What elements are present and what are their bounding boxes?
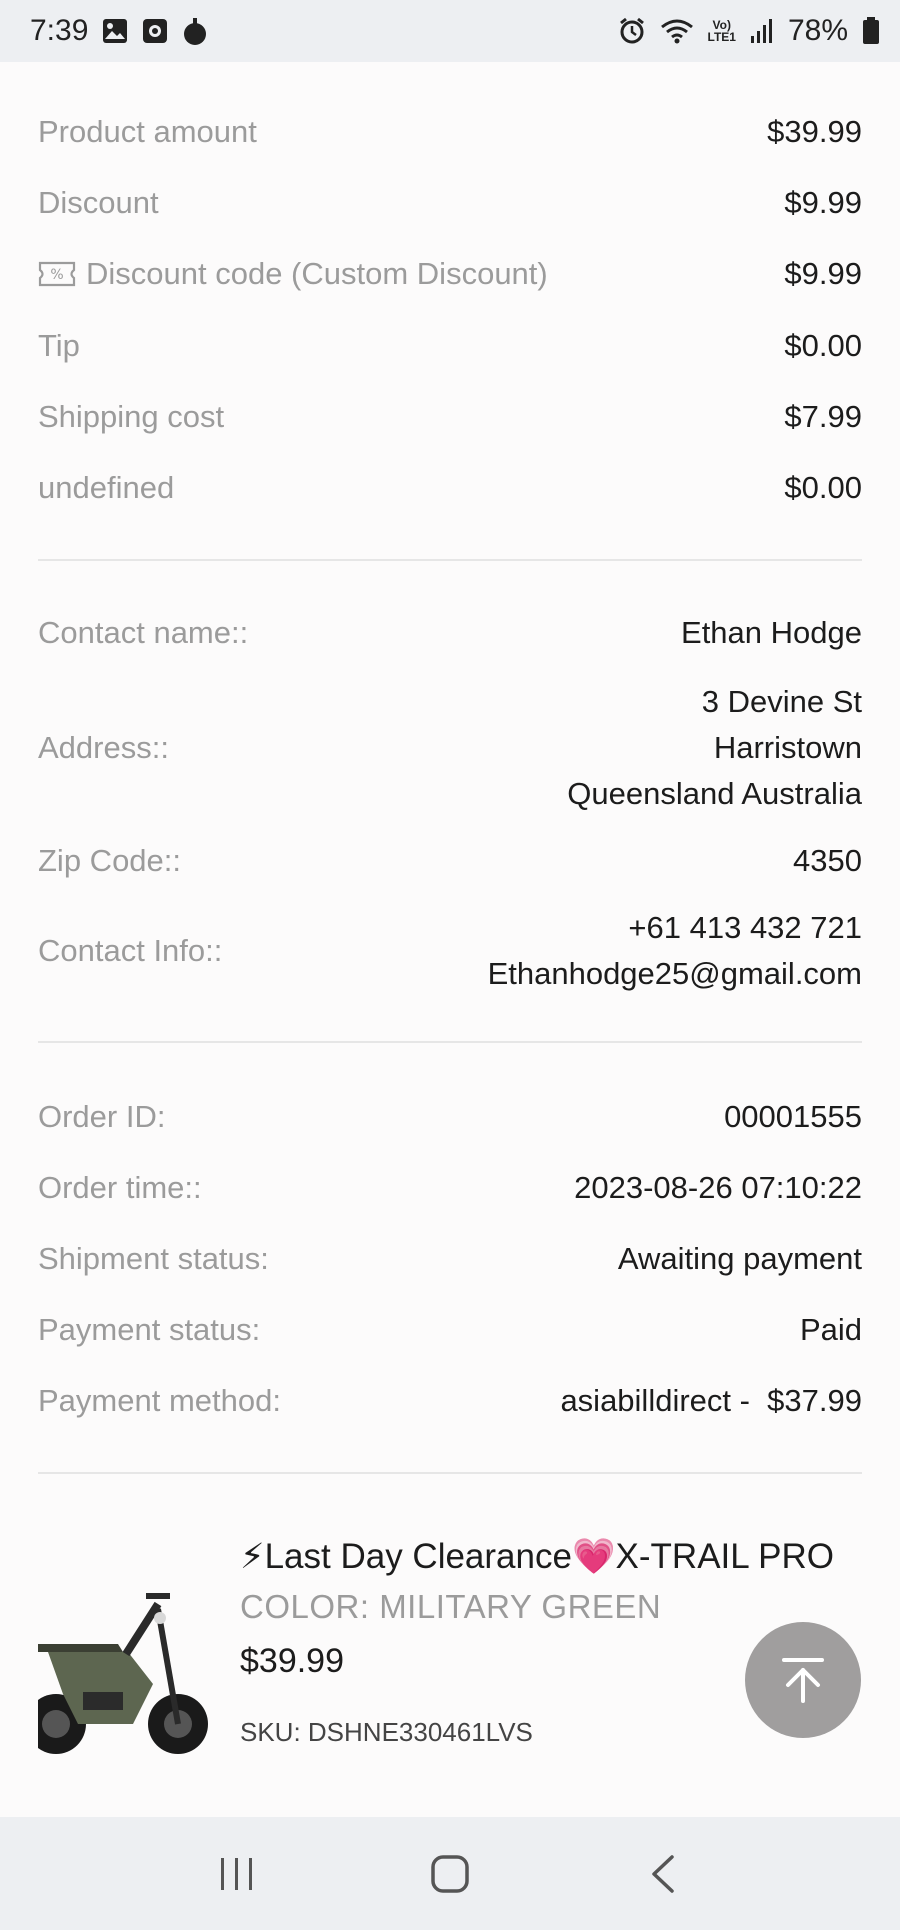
order-value: Paid	[799, 1311, 862, 1347]
order-row-shipment-status: Shipment status: Awaiting payment	[38, 1223, 862, 1294]
app-notification-icon	[182, 16, 208, 46]
summary-value: $0.00	[784, 469, 862, 505]
summary-row-tip: Tip $0.00	[38, 310, 862, 381]
summary-label: Shipping cost	[38, 398, 225, 434]
product-title[interactable]: ⚡Last Day Clearance💗X-TRAIL PRO	[240, 1534, 862, 1580]
summary-label: Discount code (Custom Discount)	[86, 256, 548, 291]
zip-value: 4350	[793, 843, 862, 878]
summary-row-shipping: Shipping cost $7.99	[38, 381, 862, 452]
order-value: asiabilldirect - $37.99	[560, 1382, 862, 1418]
product-image[interactable]	[26, 1574, 208, 1764]
price-summary: Product amount $39.99 Discount $9.99 % D…	[0, 62, 900, 523]
summary-value: $9.99	[784, 256, 862, 291]
svg-text:%: %	[50, 267, 63, 283]
volte-line2: LTE1	[707, 30, 736, 44]
product-variant: COLOR: MILITARY GREEN	[240, 1588, 662, 1625]
contact-name-value: Ethan Hodge	[681, 615, 862, 650]
address-line: Queensland Australia	[567, 776, 862, 811]
order-row-id: Order ID: 00001555	[38, 1081, 862, 1152]
order-row-payment-status: Payment status: Paid	[38, 1294, 862, 1365]
volte-indicator: Vo) LTE1	[708, 19, 736, 43]
order-label: Payment status:	[38, 1311, 261, 1347]
battery-icon	[862, 17, 880, 45]
alarm-icon	[618, 17, 646, 45]
summary-label-wrap: % Discount code (Custom Discount)	[38, 256, 548, 292]
summary-value: $0.00	[784, 327, 862, 363]
address-line: Harristown	[713, 730, 862, 765]
summary-row-undefined: undefined $0.00	[38, 452, 862, 523]
screen-recorder-icon	[142, 18, 168, 44]
order-label: Order time::	[38, 1169, 202, 1205]
back-button[interactable]	[623, 1834, 703, 1914]
battery-percent: 78%	[787, 14, 848, 47]
summary-value: $9.99	[784, 184, 862, 220]
contact-info-label: Contact Info::	[38, 933, 223, 968]
summary-row-product-amount: Product amount $39.99	[38, 96, 862, 167]
back-icon	[652, 1854, 675, 1893]
status-bar-left: 7:39	[30, 14, 208, 48]
address-label: Address::	[38, 730, 169, 765]
order-info-section: Order ID: 00001555 Order time:: 2023-08-…	[0, 1043, 900, 1436]
summary-label: undefined	[38, 469, 175, 505]
summary-row-discount-code: % Discount code (Custom Discount) $9.99	[38, 238, 862, 310]
summary-label: Tip	[38, 327, 80, 363]
zip-row: Zip Code:: 4350	[38, 823, 862, 899]
contact-phone[interactable]: +61 413 432 721	[488, 905, 862, 951]
summary-row-discount: Discount $9.99	[38, 167, 862, 238]
status-time: 7:39	[30, 14, 89, 47]
gallery-icon	[102, 18, 128, 44]
status-bar: 7:39 Vo) LTE1 78%	[0, 0, 900, 62]
order-label: Payment method:	[38, 1382, 281, 1418]
order-value: Awaiting payment	[617, 1240, 862, 1276]
contact-email[interactable]: Ethanhodge25@gmail.com	[488, 951, 862, 997]
contact-info-value: +61 413 432 721 Ethanhodge25@gmail.com	[488, 905, 862, 997]
order-row-time: Order time:: 2023-08-26 07:10:22	[38, 1152, 862, 1223]
signal-icon	[750, 18, 774, 44]
contact-name-row: Contact name:: Ethan Hodge	[38, 599, 862, 667]
zip-label: Zip Code::	[38, 843, 182, 878]
wifi-icon	[660, 18, 694, 44]
home-button[interactable]	[410, 1834, 490, 1914]
summary-label: Product amount	[38, 113, 257, 149]
address-line: 3 Devine St	[701, 684, 862, 719]
recent-apps-button[interactable]	[197, 1834, 277, 1914]
status-bar-right: Vo) LTE1 78%	[618, 14, 881, 48]
order-detail-content[interactable]: Product amount $39.99 Discount $9.99 % D…	[0, 62, 900, 1817]
address-row: Address:: 3 Devine St Harristown Queensl…	[38, 673, 862, 823]
order-value: 2023-08-26 07:10:22	[574, 1169, 862, 1205]
coupon-icon: %	[38, 260, 76, 288]
order-label: Order ID:	[38, 1098, 166, 1134]
order-row-payment-method: Payment method: asiabilldirect - $37.99	[38, 1365, 862, 1436]
contact-section: Contact name:: Ethan Hodge Address:: 3 D…	[0, 561, 900, 1003]
order-value: 00001555	[724, 1098, 862, 1134]
order-label: Shipment status:	[38, 1240, 269, 1276]
recent-apps-icon	[220, 1857, 252, 1890]
back-to-top-button[interactable]	[745, 1622, 861, 1738]
address-value: 3 Devine St Harristown Queensland Austra…	[567, 679, 862, 817]
arrow-up-icon	[782, 1658, 824, 1703]
home-icon	[431, 1854, 469, 1893]
contact-info-row: Contact Info:: +61 413 432 721 Ethanhodg…	[38, 899, 862, 1003]
summary-value: $7.99	[784, 398, 862, 434]
summary-value: $39.99	[767, 113, 862, 149]
system-nav-bar	[0, 1817, 900, 1930]
summary-label: Discount	[38, 184, 159, 220]
contact-name-label: Contact name::	[38, 615, 249, 650]
